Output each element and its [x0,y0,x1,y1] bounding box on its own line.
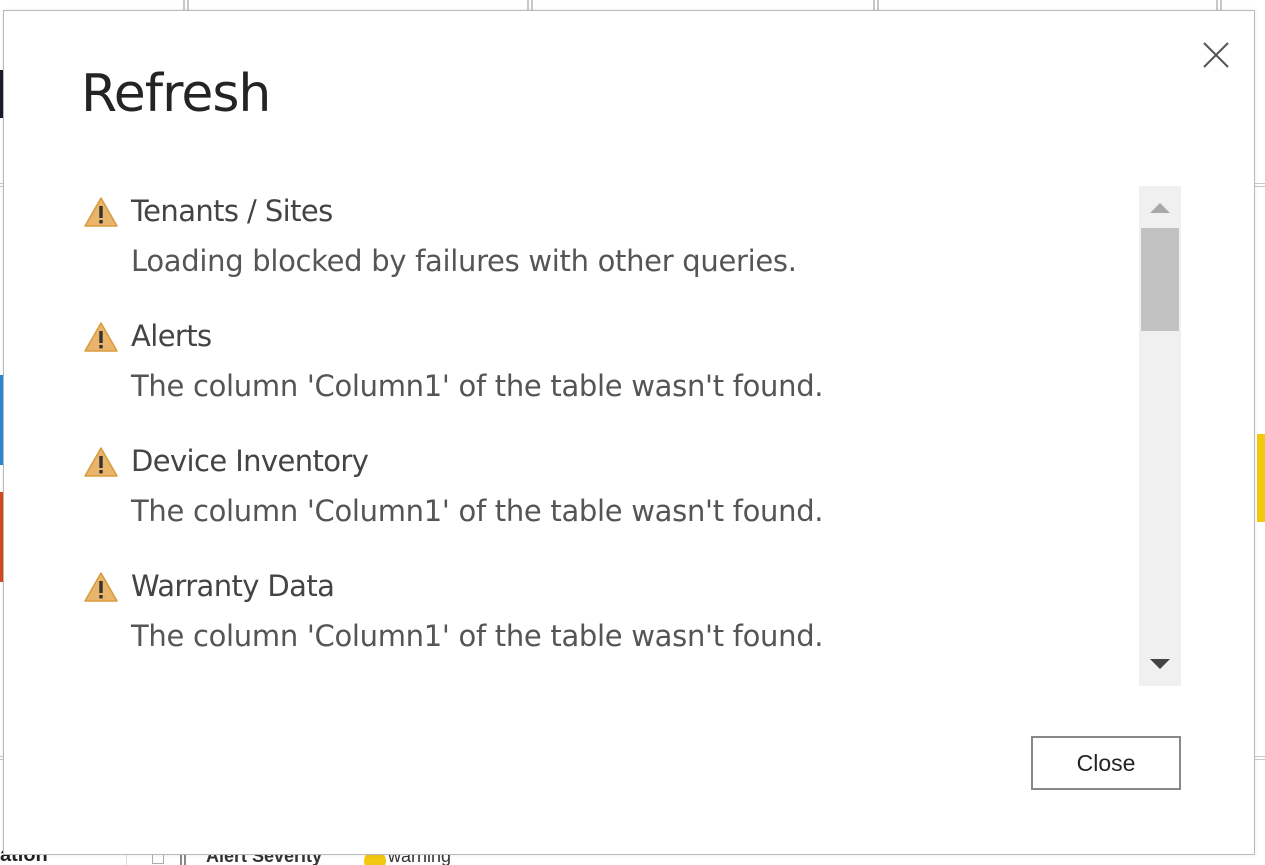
query-error-message: The column 'Column1' of the table wasn't… [131,494,824,528]
query-error-message: The column 'Column1' of the table wasn't… [131,369,824,403]
background-divider [873,0,879,10]
list-item: Device Inventory The column 'Column1' of… [81,436,1131,561]
warning-icon [83,196,119,228]
background-divider [1255,183,1265,187]
list-item: Alerts The column 'Column1' of the table… [81,311,1131,436]
scroll-down-arrow-icon[interactable] [1139,646,1181,686]
scrollbar-thumb[interactable] [1141,228,1179,331]
background-divider [1255,756,1265,760]
query-name: Alerts [131,319,212,353]
warning-icon [83,446,119,478]
background-divider [183,0,189,10]
background-divider [1216,0,1222,10]
list-scrollbar[interactable] [1139,186,1181,686]
query-name: Tenants / Sites [131,194,333,228]
query-error-message: The column 'Column1' of the table wasn't… [131,619,824,653]
dialog-title: Refresh [81,64,271,124]
warning-icon [83,571,119,603]
query-error-message: Loading blocked by failures with other q… [131,244,797,278]
refresh-dialog: Refresh Tenants / Sites Loading blocked … [3,10,1255,855]
list-item: Warranty Data The column 'Column1' of th… [81,561,1131,686]
query-name: Warranty Data [131,569,335,603]
background-divider [527,0,533,10]
scroll-up-arrow-icon[interactable] [1139,186,1181,226]
list-item: Tenants / Sites Loading blocked by failu… [81,186,1131,311]
query-name: Device Inventory [131,444,369,478]
close-icon[interactable] [1200,39,1232,71]
warning-icon [83,321,119,353]
close-button[interactable]: Close [1031,736,1181,790]
refresh-status-list: Tenants / Sites Loading blocked by failu… [81,186,1131,686]
background-yellow-bar [1257,434,1265,522]
